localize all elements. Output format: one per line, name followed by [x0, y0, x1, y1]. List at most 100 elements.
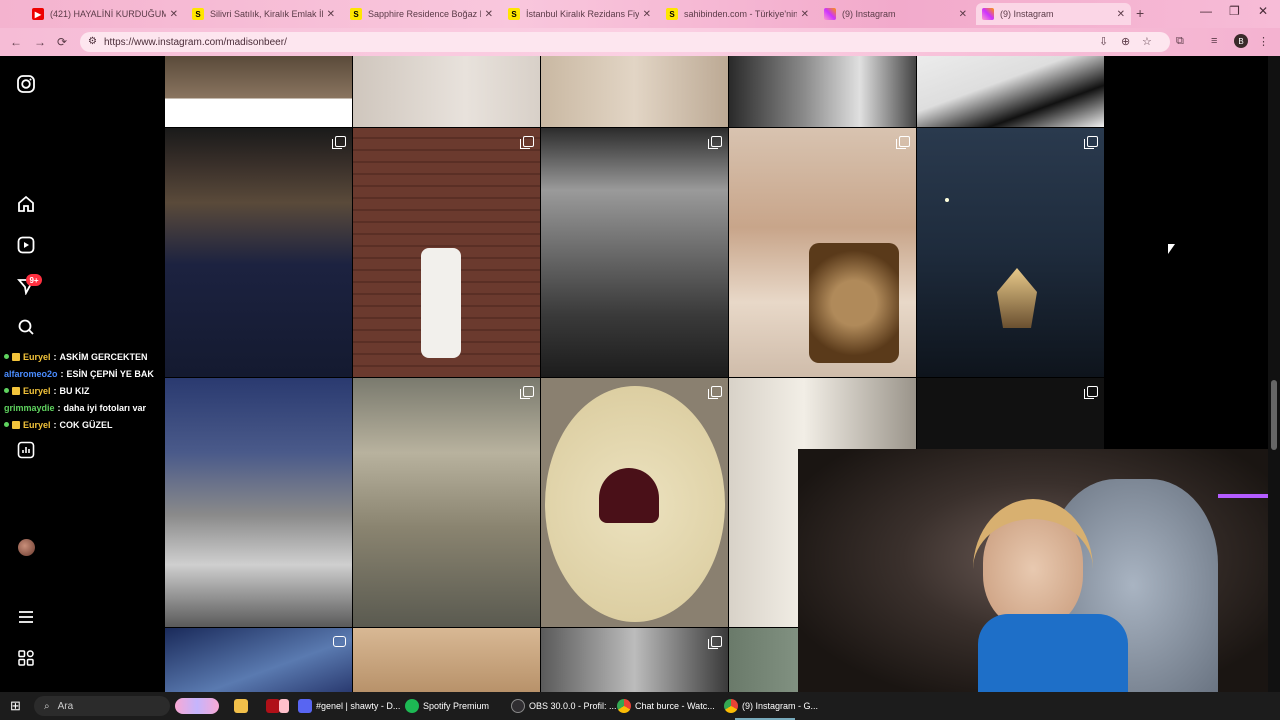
menu-kebab-icon[interactable]: ⋮: [1258, 35, 1269, 48]
close-icon[interactable]: ✕: [1117, 9, 1125, 20]
windows-taskbar: ⊞ ⌕ Ara #genel | shawty - D... Spotify P…: [0, 692, 1280, 720]
new-tab-button[interactable]: +: [1136, 5, 1144, 21]
stream-chat-overlay: Euryel : ASKİM GERCEKTEN alfaromeo2o : E…: [0, 348, 165, 433]
chrome-icon: [724, 699, 738, 713]
close-icon[interactable]: ✕: [170, 9, 178, 20]
carousel-icon: [1084, 386, 1098, 399]
chat-text: ESİN ÇEPNİ YE BAK: [66, 368, 154, 379]
tab-title: Sapphire Residence Boğaz Ma: [368, 9, 481, 19]
page-scrollbar[interactable]: [1268, 56, 1280, 692]
close-icon[interactable]: ✕: [485, 9, 493, 20]
post-thumbnail[interactable]: [165, 128, 352, 377]
close-icon[interactable]: ✕: [643, 9, 651, 20]
chat-text: BU KIZ: [59, 385, 90, 396]
discord-icon: [298, 699, 312, 713]
browser-tab[interactable]: S İstanbul Kiralık Rezidans Fiyatla ✕: [502, 3, 657, 25]
bookmark-star-icon[interactable]: ☆: [1142, 35, 1152, 48]
youtube-icon: ▶: [32, 8, 44, 20]
taskbar-app-label: Spotify Premium: [423, 701, 490, 711]
post-thumbnail[interactable]: [729, 56, 916, 127]
post-thumbnail[interactable]: [353, 628, 540, 692]
browser-tab-active[interactable]: (9) Instagram ✕: [976, 3, 1131, 25]
back-icon[interactable]: ←: [10, 35, 22, 49]
profile-avatar[interactable]: B: [1234, 34, 1248, 48]
browser-tab[interactable]: S Silivri Satılık, Kiralık Emlak İlanl ✕: [186, 3, 341, 25]
post-thumbnail[interactable]: [541, 628, 728, 692]
post-thumbnail[interactable]: [165, 628, 352, 692]
post-thumbnail[interactable]: [353, 128, 540, 377]
close-icon[interactable]: ✕: [801, 9, 809, 20]
reload-icon[interactable]: ⟳: [57, 35, 67, 49]
restore-icon[interactable]: ❐: [1229, 4, 1240, 18]
post-thumbnail[interactable]: [353, 56, 540, 127]
tab-title: sahibinden.com - Türkiye'nin O: [684, 9, 797, 19]
online-dot-icon: [4, 388, 9, 393]
dashboard-icon[interactable]: [14, 438, 38, 462]
file-explorer-icon[interactable]: [234, 699, 248, 713]
minimize-icon[interactable]: —: [1200, 4, 1212, 18]
chat-username: grimmaydie: [4, 402, 55, 413]
sahibinden-icon: S: [666, 8, 678, 20]
app-icon[interactable]: [279, 699, 289, 713]
tab-title: İstanbul Kiralık Rezidans Fiyatla: [526, 9, 639, 19]
tab-title: Silivri Satılık, Kiralık Emlak İlanl: [210, 9, 323, 19]
reading-list-icon[interactable]: ≡: [1211, 35, 1217, 47]
close-icon[interactable]: ✕: [959, 9, 967, 20]
browser-tab[interactable]: S sahibinden.com - Türkiye'nin O ✕: [660, 3, 815, 25]
taskbar-app[interactable]: Spotify Premium: [405, 696, 489, 716]
browser-tab[interactable]: S Sapphire Residence Boğaz Ma ✕: [344, 3, 499, 25]
window-close-icon[interactable]: ✕: [1258, 4, 1268, 18]
chat-message: grimmaydie : daha iyi fotoları var: [0, 399, 165, 416]
close-icon[interactable]: ✕: [327, 9, 335, 20]
extensions-icon[interactable]: ⧉: [1176, 35, 1184, 48]
reels-icon[interactable]: [14, 233, 38, 257]
post-thumbnail[interactable]: [541, 56, 728, 127]
chat-username: Euryel: [23, 351, 51, 362]
carousel-icon: [520, 386, 534, 399]
scrollbar-thumb[interactable]: [1271, 380, 1277, 450]
carousel-icon: [520, 136, 534, 149]
home-icon[interactable]: [14, 192, 38, 216]
post-thumbnail[interactable]: [917, 56, 1104, 127]
search-icon[interactable]: [14, 315, 38, 339]
install-icon[interactable]: ⇩: [1099, 35, 1108, 48]
forward-icon[interactable]: →: [34, 35, 46, 49]
instagram-icon: [982, 8, 994, 20]
instagram-logo-icon[interactable]: [14, 72, 38, 96]
carousel-icon: [332, 136, 346, 149]
mouse-cursor-icon: [1168, 244, 1175, 254]
url-bar[interactable]: ⚙ https://www.instagram.com/madisonbeer/: [80, 32, 1170, 52]
chat-text: COK GÜZEL: [59, 419, 113, 430]
post-thumbnail[interactable]: [165, 56, 352, 127]
browser-tab[interactable]: ▶ (421) HAYALİNİ KURDUĞUMUZ ✕: [26, 3, 184, 25]
moderator-badge-icon: [12, 352, 20, 361]
post-thumbnail[interactable]: [729, 128, 916, 377]
photo-detail: [421, 248, 461, 358]
taskbar-app-label: OBS 30.0.0 - Profil: ...: [529, 701, 617, 711]
post-thumbnail[interactable]: [541, 378, 728, 627]
carousel-icon: [1084, 136, 1098, 149]
post-thumbnail[interactable]: [541, 128, 728, 377]
chrome-icon: [617, 699, 631, 713]
chat-text: ASKİM GERCEKTEN: [59, 351, 148, 362]
taskbar-app[interactable]: Chat burce - Watc...: [617, 696, 715, 716]
profile-avatar-icon[interactable]: [18, 539, 35, 556]
post-thumbnail[interactable]: [353, 378, 540, 627]
adobe-icon[interactable]: [266, 699, 280, 713]
more-menu-icon[interactable]: [14, 605, 38, 629]
taskbar-search[interactable]: ⌕ Ara: [34, 696, 170, 716]
zoom-icon[interactable]: ⊕: [1121, 35, 1130, 48]
post-thumbnail[interactable]: [165, 378, 352, 627]
browser-tab[interactable]: (9) Instagram ✕: [818, 3, 973, 25]
taskbar-app[interactable]: OBS 30.0.0 - Profil: ...: [511, 696, 617, 716]
taskbar-app-active[interactable]: (9) Instagram - G...: [724, 696, 818, 716]
windows-start-icon[interactable]: ⊞: [10, 698, 21, 714]
chat-message: alfaromeo2o : ESİN ÇEPNİ YE BAK: [0, 365, 165, 382]
chat-message: Euryel : BU KIZ: [0, 382, 165, 399]
widget-icon[interactable]: [175, 698, 219, 714]
taskbar-app[interactable]: #genel | shawty - D...: [298, 696, 400, 716]
search-icon: ⌕: [44, 700, 50, 712]
also-from-meta-icon[interactable]: [14, 646, 38, 670]
site-info-icon[interactable]: ⚙: [88, 36, 97, 47]
post-thumbnail[interactable]: [917, 128, 1104, 377]
